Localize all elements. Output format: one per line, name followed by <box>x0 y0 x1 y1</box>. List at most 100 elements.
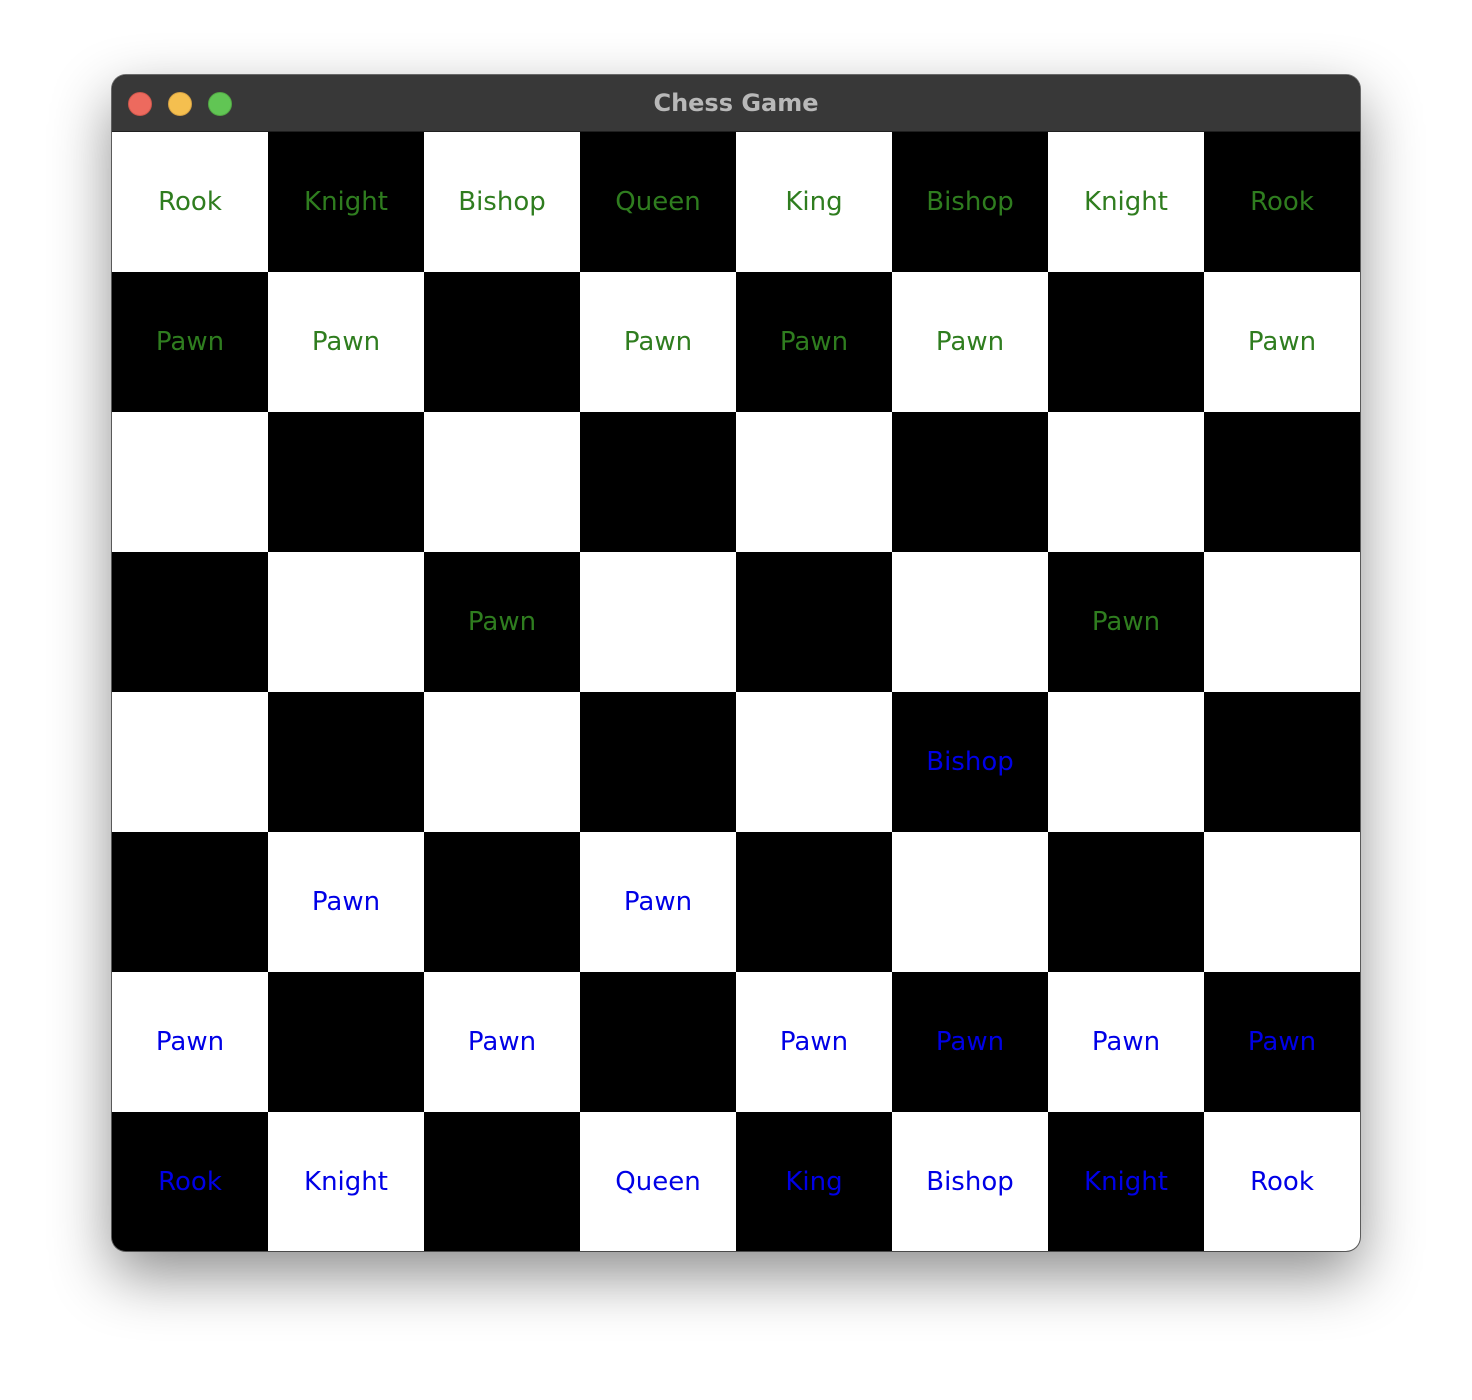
window-title: Chess Game <box>653 89 819 117</box>
board-square-g8[interactable]: Knight <box>1048 132 1204 272</box>
board-square-f5[interactable] <box>892 552 1048 692</box>
board-square-d3[interactable]: Pawn <box>580 832 736 972</box>
chess-piece-rook[interactable]: Rook <box>158 187 222 217</box>
chess-piece-bishop[interactable]: Bishop <box>926 187 1014 217</box>
board-square-b6[interactable] <box>268 412 424 552</box>
chess-piece-pawn[interactable]: Pawn <box>1248 327 1316 357</box>
chess-piece-queen[interactable]: Queen <box>615 187 700 217</box>
board-square-f1[interactable]: Bishop <box>892 1112 1048 1251</box>
board-square-f4[interactable]: Bishop <box>892 692 1048 832</box>
board-square-a6[interactable] <box>112 412 268 552</box>
board-square-d7[interactable]: Pawn <box>580 272 736 412</box>
board-square-d5[interactable] <box>580 552 736 692</box>
chess-piece-king[interactable]: King <box>785 187 842 217</box>
chess-piece-pawn[interactable]: Pawn <box>312 887 380 917</box>
app-window: Chess Game Rook Knight Bishop Queen King Bish… <box>112 75 1360 1251</box>
board-square-c4[interactable] <box>424 692 580 832</box>
chess-piece-pawn[interactable]: Pawn <box>1248 1027 1316 1057</box>
board-square-e4[interactable] <box>736 692 892 832</box>
board-square-b7[interactable]: Pawn <box>268 272 424 412</box>
board-square-a5[interactable] <box>112 552 268 692</box>
chess-piece-pawn[interactable]: Pawn <box>156 327 224 357</box>
board-square-h4[interactable] <box>1204 692 1360 832</box>
chess-piece-bishop[interactable]: Bishop <box>926 747 1014 777</box>
board-square-b5[interactable] <box>268 552 424 692</box>
board-square-g4[interactable] <box>1048 692 1204 832</box>
chess-piece-pawn[interactable]: Pawn <box>468 607 536 637</box>
chess-piece-pawn[interactable]: Pawn <box>1092 607 1160 637</box>
board-square-a3[interactable] <box>112 832 268 972</box>
board-square-b1[interactable]: Knight <box>268 1112 424 1251</box>
board-square-c1[interactable] <box>424 1112 580 1251</box>
board-square-c8[interactable]: Bishop <box>424 132 580 272</box>
board-square-h3[interactable] <box>1204 832 1360 972</box>
chess-piece-rook[interactable]: Rook <box>1250 1167 1314 1197</box>
chess-piece-rook[interactable]: Rook <box>1250 187 1314 217</box>
chess-piece-queen[interactable]: Queen <box>615 1167 700 1197</box>
chess-piece-pawn[interactable]: Pawn <box>624 327 692 357</box>
board-square-f2[interactable]: Pawn <box>892 972 1048 1112</box>
board-square-b2[interactable] <box>268 972 424 1112</box>
board-square-c2[interactable]: Pawn <box>424 972 580 1112</box>
chess-piece-knight[interactable]: Knight <box>1084 187 1168 217</box>
board-square-d6[interactable] <box>580 412 736 552</box>
chess-piece-pawn[interactable]: Pawn <box>156 1027 224 1057</box>
chess-piece-pawn[interactable]: Pawn <box>624 887 692 917</box>
board-square-g7[interactable] <box>1048 272 1204 412</box>
board-square-e2[interactable]: Pawn <box>736 972 892 1112</box>
board-square-e3[interactable] <box>736 832 892 972</box>
board-square-g3[interactable] <box>1048 832 1204 972</box>
board-square-f6[interactable] <box>892 412 1048 552</box>
chess-piece-king[interactable]: King <box>785 1167 842 1197</box>
board-square-c5[interactable]: Pawn <box>424 552 580 692</box>
chess-piece-pawn[interactable]: Pawn <box>780 1027 848 1057</box>
board-square-b3[interactable]: Pawn <box>268 832 424 972</box>
board-square-h7[interactable]: Pawn <box>1204 272 1360 412</box>
board-square-d2[interactable] <box>580 972 736 1112</box>
chess-piece-bishop[interactable]: Bishop <box>926 1167 1014 1197</box>
board-square-e1[interactable]: King <box>736 1112 892 1251</box>
board-square-a1[interactable]: Rook <box>112 1112 268 1251</box>
board-square-g2[interactable]: Pawn <box>1048 972 1204 1112</box>
chess-piece-knight[interactable]: Knight <box>304 1167 388 1197</box>
board-square-e7[interactable]: Pawn <box>736 272 892 412</box>
chess-piece-knight[interactable]: Knight <box>1084 1167 1168 1197</box>
board-square-h1[interactable]: Rook <box>1204 1112 1360 1251</box>
chess-piece-pawn[interactable]: Pawn <box>1092 1027 1160 1057</box>
board-square-f3[interactable] <box>892 832 1048 972</box>
board-square-e8[interactable]: King <box>736 132 892 272</box>
chess-piece-pawn[interactable]: Pawn <box>780 327 848 357</box>
chess-piece-knight[interactable]: Knight <box>304 187 388 217</box>
board-square-c3[interactable] <box>424 832 580 972</box>
board-square-e5[interactable] <box>736 552 892 692</box>
board-square-h6[interactable] <box>1204 412 1360 552</box>
board-square-g1[interactable]: Knight <box>1048 1112 1204 1251</box>
board-square-g5[interactable]: Pawn <box>1048 552 1204 692</box>
board-square-f7[interactable]: Pawn <box>892 272 1048 412</box>
board-square-d8[interactable]: Queen <box>580 132 736 272</box>
board-square-c6[interactable] <box>424 412 580 552</box>
board-square-a7[interactable]: Pawn <box>112 272 268 412</box>
board-square-g6[interactable] <box>1048 412 1204 552</box>
chess-piece-rook[interactable]: Rook <box>158 1167 222 1197</box>
board-square-h2[interactable]: Pawn <box>1204 972 1360 1112</box>
title-bar: Chess Game <box>112 75 1360 132</box>
board-square-a4[interactable] <box>112 692 268 832</box>
chess-piece-pawn[interactable]: Pawn <box>312 327 380 357</box>
chess-piece-pawn[interactable]: Pawn <box>936 327 1004 357</box>
board-square-e6[interactable] <box>736 412 892 552</box>
board-square-d4[interactable] <box>580 692 736 832</box>
board-square-h8[interactable]: Rook <box>1204 132 1360 272</box>
board-square-a2[interactable]: Pawn <box>112 972 268 1112</box>
board-square-b8[interactable]: Knight <box>268 132 424 272</box>
board-square-h5[interactable] <box>1204 552 1360 692</box>
board-square-a8[interactable]: Rook <box>112 132 268 272</box>
chess-piece-bishop[interactable]: Bishop <box>458 187 546 217</box>
board-square-b4[interactable] <box>268 692 424 832</box>
chess-piece-pawn[interactable]: Pawn <box>936 1027 1004 1057</box>
chess-piece-pawn[interactable]: Pawn <box>468 1027 536 1057</box>
board-square-d1[interactable]: Queen <box>580 1112 736 1251</box>
chess-board: Rook Knight Bishop Queen King Bishop Knight Roo… <box>112 132 1360 1251</box>
board-square-f8[interactable]: Bishop <box>892 132 1048 272</box>
board-square-c7[interactable] <box>424 272 580 412</box>
